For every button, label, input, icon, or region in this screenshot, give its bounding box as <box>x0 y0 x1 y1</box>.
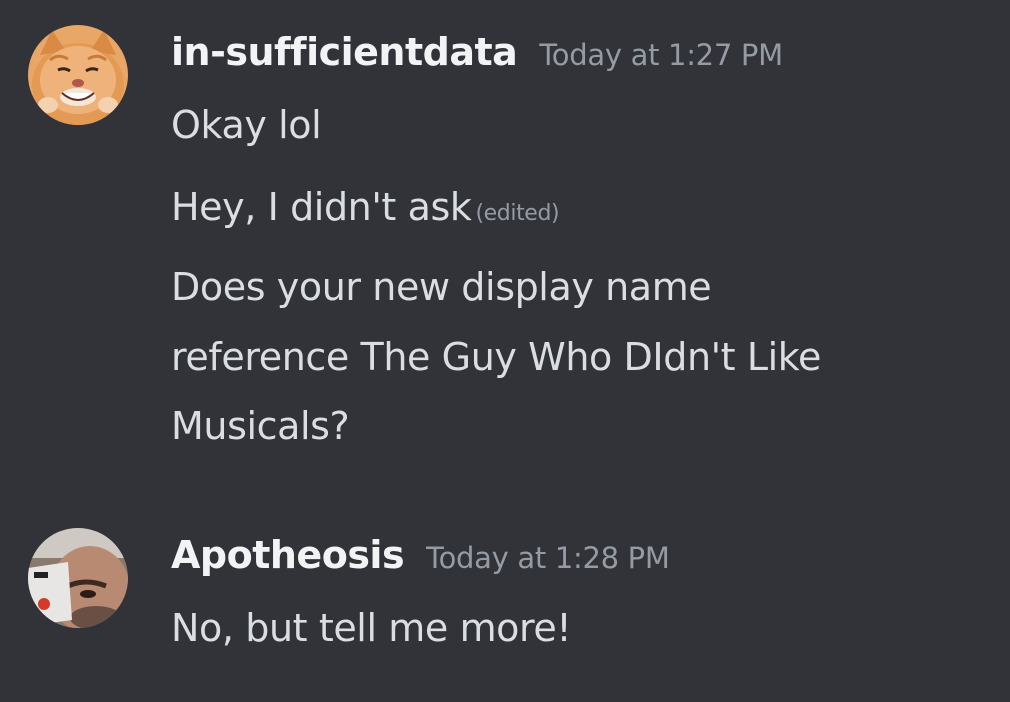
chat-message-list: in-sufficientdata Today at 1:27 PM Okay l… <box>0 0 1010 702</box>
message-header: in-sufficientdata Today at 1:27 PM <box>171 30 783 74</box>
man-drinking-avatar[interactable] <box>28 528 128 628</box>
message-text-content: No, but tell me more! <box>171 606 572 650</box>
message-text: Does your new display name <box>171 253 712 321</box>
message-timestamp[interactable]: Today at 1:27 PM <box>539 38 783 72</box>
author-username[interactable]: Apotheosis <box>171 533 405 577</box>
orange-cat-avatar[interactable] <box>28 25 128 125</box>
message-text-content: reference The Guy Who DIdn't Like <box>171 335 822 379</box>
message-text-content: Does your new display name <box>171 265 712 309</box>
message-timestamp[interactable]: Today at 1:28 PM <box>426 541 670 575</box>
message-text: No, but tell me more! <box>171 594 572 662</box>
message-text: Hey, I didn't ask (edited) <box>171 173 560 248</box>
orange-cat-avatar-icon <box>28 25 128 125</box>
message-text-content: Musicals? <box>171 404 350 448</box>
message-header: Apotheosis Today at 1:28 PM <box>171 533 670 577</box>
message-text: Okay lol <box>171 91 322 159</box>
man-drinking-avatar-icon <box>28 528 128 628</box>
message-text: reference The Guy Who DIdn't Like <box>171 323 821 391</box>
author-username[interactable]: in-sufficientdata <box>171 30 518 74</box>
message-text-content: Hey, I didn't ask <box>171 185 472 229</box>
edited-label[interactable]: (edited) <box>475 201 559 226</box>
message-text-content: Okay lol <box>171 103 322 147</box>
message-text: Musicals? <box>171 392 350 460</box>
